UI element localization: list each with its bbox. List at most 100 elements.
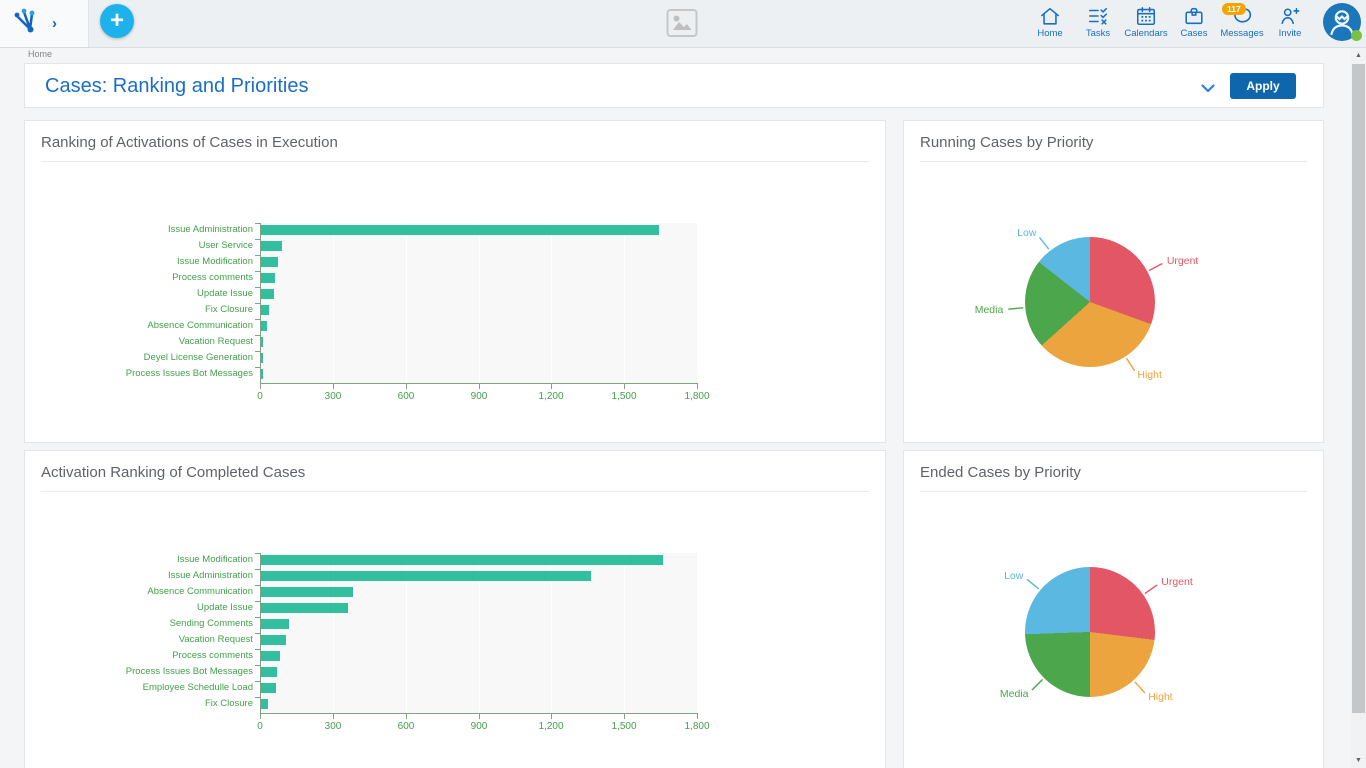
bar-process-comments[interactable] bbox=[261, 651, 280, 661]
category-label: Fix Closure bbox=[25, 698, 253, 710]
bar-fix-closure[interactable] bbox=[261, 305, 269, 315]
breadcrumb[interactable]: Home bbox=[28, 49, 52, 59]
bar-issue-modification[interactable] bbox=[261, 257, 278, 267]
axis-tick-label: 300 bbox=[325, 721, 342, 732]
category-label: Process Issues Bot Messages bbox=[25, 666, 253, 678]
bar-employee-schedulle-load[interactable] bbox=[261, 683, 276, 693]
bar-absence-communication[interactable] bbox=[261, 321, 267, 331]
category-tick bbox=[255, 665, 260, 666]
category-tick bbox=[255, 569, 260, 570]
category-label: Sending Comments bbox=[25, 618, 253, 630]
bar-vacation-request[interactable] bbox=[261, 635, 286, 645]
axis-tick bbox=[697, 384, 698, 389]
category-label: Employee Schedulle Load bbox=[25, 682, 253, 694]
category-tick bbox=[255, 617, 260, 618]
bar-process-issues-bot-messages[interactable] bbox=[261, 369, 263, 379]
add-new-button[interactable]: + bbox=[100, 4, 134, 38]
bar-issue-administration[interactable] bbox=[261, 225, 659, 235]
category-tick bbox=[255, 223, 260, 224]
axis-tick bbox=[406, 714, 407, 719]
category-label: Vacation Request bbox=[25, 634, 253, 646]
axis-tick-label: 600 bbox=[398, 391, 415, 402]
axis-tick bbox=[333, 714, 334, 719]
nav-item-home[interactable]: Home bbox=[1026, 3, 1074, 39]
nav-item-label: Cases bbox=[1181, 28, 1208, 39]
pie-slice-label-hight: Hight bbox=[1137, 369, 1162, 381]
category-label: Absence Communication bbox=[25, 586, 253, 598]
nav-item-tasks[interactable]: Tasks bbox=[1074, 3, 1122, 39]
bar-chart-running: Issue Administration User Service Issue Mo… bbox=[25, 121, 885, 442]
category-tick bbox=[255, 335, 260, 336]
category-tick bbox=[255, 319, 260, 320]
nav-item-cases[interactable]: Cases bbox=[1170, 3, 1218, 39]
category-tick bbox=[255, 287, 260, 288]
bar-absence-communication[interactable] bbox=[261, 587, 353, 597]
axis-tick bbox=[479, 714, 480, 719]
home-icon bbox=[1039, 3, 1061, 27]
category-label: Issue Modification bbox=[25, 256, 253, 268]
apply-button[interactable]: Apply bbox=[1230, 73, 1296, 99]
bar-user-service[interactable] bbox=[261, 241, 282, 251]
bar-issue-modification[interactable] bbox=[261, 555, 663, 565]
bar-update-issue[interactable] bbox=[261, 289, 274, 299]
bar-process-comments[interactable] bbox=[261, 273, 275, 283]
axis-tick-label: 1,200 bbox=[538, 391, 563, 402]
nav-item-label: Home bbox=[1037, 28, 1062, 39]
axis-tick bbox=[697, 714, 698, 719]
axis-tick bbox=[624, 384, 625, 389]
collapse-filters-chevron-icon[interactable] bbox=[1201, 80, 1215, 98]
calendars-icon bbox=[1135, 3, 1157, 27]
axis-tick bbox=[479, 384, 480, 389]
application-window: › + Home Tasks Calendars Cases 117MessagesIn… bbox=[0, 0, 1366, 768]
category-label: Update Issue bbox=[25, 288, 253, 300]
user-avatar[interactable] bbox=[1323, 3, 1361, 41]
category-label: Process Issues Bot Messages bbox=[25, 368, 253, 380]
gridline bbox=[697, 223, 698, 383]
scrollbar-thumb[interactable] bbox=[1352, 64, 1365, 713]
category-label: Fix Closure bbox=[25, 304, 253, 316]
top-navigation: Home Tasks Calendars Cases 117MessagesInvite bbox=[1026, 3, 1314, 39]
vertical-scrollbar[interactable]: ▲ ▼ bbox=[1351, 48, 1366, 768]
axis-tick-label: 1,500 bbox=[611, 721, 636, 732]
bar-fix-closure[interactable] bbox=[261, 699, 268, 709]
scroll-up-arrow-icon[interactable]: ▲ bbox=[1351, 48, 1366, 63]
nav-item-messages[interactable]: 117Messages bbox=[1218, 3, 1266, 39]
category-label: User Service bbox=[25, 240, 253, 252]
nav-item-label: Messages bbox=[1220, 28, 1263, 39]
gridline bbox=[624, 223, 625, 383]
page-header-card: Cases: Ranking and Priorities Apply bbox=[24, 63, 1324, 108]
category-tick bbox=[255, 697, 260, 698]
nav-item-label: Tasks bbox=[1086, 28, 1110, 39]
axis-tick-label: 300 bbox=[325, 391, 342, 402]
nav-item-invite[interactable]: Invite bbox=[1266, 3, 1314, 39]
category-tick bbox=[255, 255, 260, 256]
pie[interactable] bbox=[1025, 237, 1155, 367]
category-label: Issue Administration bbox=[25, 570, 253, 582]
category-tick bbox=[255, 681, 260, 682]
category-tick bbox=[255, 351, 260, 352]
gridline bbox=[479, 223, 480, 383]
bar-process-issues-bot-messages[interactable] bbox=[261, 667, 277, 677]
pie-slice-label-hight: Hight bbox=[1148, 691, 1173, 703]
category-label: Deyel License Generation bbox=[25, 352, 253, 364]
category-label: Issue Administration bbox=[25, 224, 253, 236]
bar-sending-comments[interactable] bbox=[261, 619, 289, 629]
sidebar-expand-chevron-icon[interactable]: › bbox=[52, 16, 57, 31]
scroll-down-arrow-icon[interactable]: ▼ bbox=[1351, 753, 1366, 768]
bar-deyel-license-generation[interactable] bbox=[261, 353, 263, 363]
image-placeholder-icon bbox=[666, 8, 698, 43]
nav-item-calendars[interactable]: Calendars bbox=[1122, 3, 1170, 39]
panel-completed-ranking: Activation Ranking of Completed Cases Is… bbox=[24, 450, 886, 768]
brand-logo-button[interactable]: › bbox=[0, 0, 89, 47]
pie[interactable] bbox=[1025, 567, 1155, 697]
pie-slice-label-media: Media bbox=[975, 304, 1004, 316]
bar-update-issue[interactable] bbox=[261, 603, 348, 613]
bar-vacation-request[interactable] bbox=[261, 337, 263, 347]
panel-running-ranking: Ranking of Activations of Cases in Execu… bbox=[24, 120, 886, 443]
category-label: Process comments bbox=[25, 272, 253, 284]
online-status-dot bbox=[1351, 30, 1362, 41]
bar-issue-administration[interactable] bbox=[261, 571, 591, 581]
category-tick bbox=[255, 601, 260, 602]
plot-area bbox=[260, 553, 698, 714]
axis-tick-label: 1,200 bbox=[538, 721, 563, 732]
